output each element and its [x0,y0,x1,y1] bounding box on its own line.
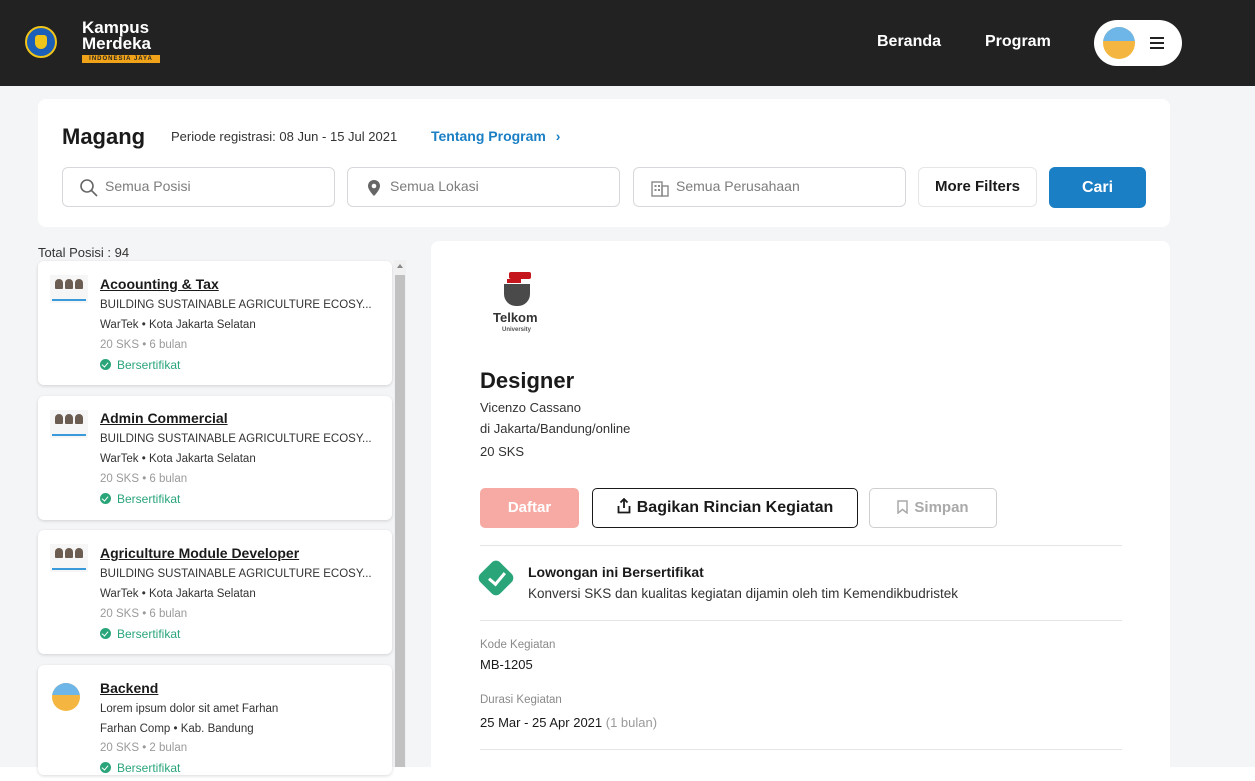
save-button[interactable]: Simpan [869,488,997,528]
job-company: Farhan Comp • Kab. Bandung [100,723,254,735]
verified-icon [100,359,111,370]
search-button[interactable]: Cari [1049,167,1146,208]
position-search-input[interactable] [103,177,307,195]
certified-badge: Bersertifikat [100,358,180,372]
job-card[interactable]: Admin Commercial BUILDING SUSTAINABLE AG… [38,396,392,520]
job-company: WarTek • Kota Jakarta Selatan [100,453,256,465]
job-title[interactable]: Agriculture Module Developer [100,545,299,561]
top-navigation-bar: Kampus Merdeka INDONESIA JAYA Beranda Pr… [0,0,1255,86]
bookmark-icon [897,500,909,515]
logo-wordmark: Telkom [493,310,538,325]
job-card[interactable]: Backend Lorem ipsum dolor sit amet Farha… [38,665,392,775]
divider [480,620,1122,621]
job-description: Lorem ipsum dolor sit amet Farhan [100,703,279,715]
avatar [1103,27,1135,59]
job-company: WarTek • Kota Jakarta Selatan [100,588,256,600]
certified-label: Bersertifikat [117,358,181,372]
brand-line-2: Merdeka [82,34,151,53]
user-menu-button[interactable] [1094,20,1182,66]
scrollbar-thumb[interactable] [395,275,405,767]
job-thumbnail [50,544,88,572]
location-pin-icon [368,180,380,196]
duration-length: (1 bulan) [605,715,658,730]
certified-title: Lowongan ini Bersertifikat [528,564,704,580]
certified-label: Bersertifikat [117,627,181,641]
registration-period: Periode registrasi: 08 Jun - 15 Jul 2021 [171,129,398,144]
nav-program[interactable]: Program [985,33,1051,51]
certified-description: Konversi SKS dan kualitas kegiatan dijam… [528,586,958,601]
job-location: di Jakarta/Bandung/online [480,421,631,436]
job-description: BUILDING SUSTAINABLE AGRICULTURE ECOSY..… [100,433,372,445]
company-search-field[interactable] [633,167,906,207]
certified-badge: Bersertifikat [100,492,180,506]
more-filters-button[interactable]: More Filters [918,167,1037,207]
save-label: Simpan [914,499,969,516]
job-title[interactable]: Admin Commercial [100,410,228,426]
job-detail-title: Designer [480,368,575,393]
activity-duration-value: 25 Mar - 25 Apr 2021 (1 bulan) [480,715,657,730]
certified-badge: Bersertifikat [100,627,180,641]
position-search-field[interactable] [62,167,335,207]
apply-button[interactable]: Daftar [480,488,579,528]
divider [480,545,1122,546]
duration-range: 25 Mar - 25 Apr 2021 [480,715,603,730]
location-search-input[interactable] [388,177,592,195]
job-meta: 20 SKS • 6 bulan [100,608,188,620]
share-details-button[interactable]: Bagikan Rincian Kegiatan [592,488,858,528]
search-icon [80,179,98,197]
job-company: WarTek • Kota Jakarta Selatan [100,319,256,331]
job-thumbnail [50,275,88,303]
share-label: Bagikan Rincian Kegiatan [636,499,834,516]
page-title: Magang [62,124,146,149]
job-description: BUILDING SUSTAINABLE AGRICULTURE ECOSY..… [100,568,372,580]
job-meta: 20 SKS • 2 bulan [100,742,188,754]
company-search-input[interactable] [674,177,878,195]
telkom-university-logo: Telkom University [493,272,541,342]
job-title[interactable]: Backend [100,680,158,696]
government-emblem-icon [25,26,57,58]
job-meta: 20 SKS • 6 bulan [100,339,188,351]
about-program-label: Tentang Program [431,128,546,144]
activity-code-value: MB-1205 [480,657,533,672]
job-description: BUILDING SUSTAINABLE AGRICULTURE ECOSY..… [100,299,372,311]
about-program-link[interactable]: Tentang Program › [431,128,560,144]
scroll-up-arrow-icon[interactable] [397,264,403,268]
chevron-right-icon: › [555,128,561,144]
list-scrollbar[interactable] [394,260,406,767]
brand-tagline: INDONESIA JAYA [82,55,160,63]
hamburger-menu-icon [1150,37,1164,49]
total-positions: Total Posisi : 94 [38,245,130,260]
activity-code-label: Kode Kegiatan [480,639,556,651]
job-meta: 20 SKS • 6 bulan [100,473,188,485]
verified-icon [100,762,111,773]
location-search-field[interactable] [347,167,620,207]
divider [480,749,1122,750]
activity-duration-label: Durasi Kegiatan [480,694,562,706]
job-card[interactable]: Agriculture Module Developer BUILDING SU… [38,530,392,654]
nav-beranda[interactable]: Beranda [877,33,941,51]
company-logo [52,683,80,711]
building-icon [651,181,669,197]
job-sks: 20 SKS [480,444,525,459]
logo-subtext: University [502,327,532,333]
job-title[interactable]: Acoounting & Tax [100,276,219,292]
mentor-name: Vicenzo Cassano [480,400,581,415]
certified-badge: Bersertifikat [100,761,180,775]
verified-icon [100,493,111,504]
search-panel [38,99,1170,227]
kampus-merdeka-logo[interactable]: Kampus Merdeka INDONESIA JAYA [82,19,182,64]
job-thumbnail [50,410,88,438]
share-icon [617,497,631,514]
certified-label: Bersertifikat [117,492,181,506]
job-card[interactable]: Acoounting & Tax BUILDING SUSTAINABLE AG… [38,261,392,385]
verified-icon [100,628,111,639]
certified-label: Bersertifikat [117,761,181,775]
